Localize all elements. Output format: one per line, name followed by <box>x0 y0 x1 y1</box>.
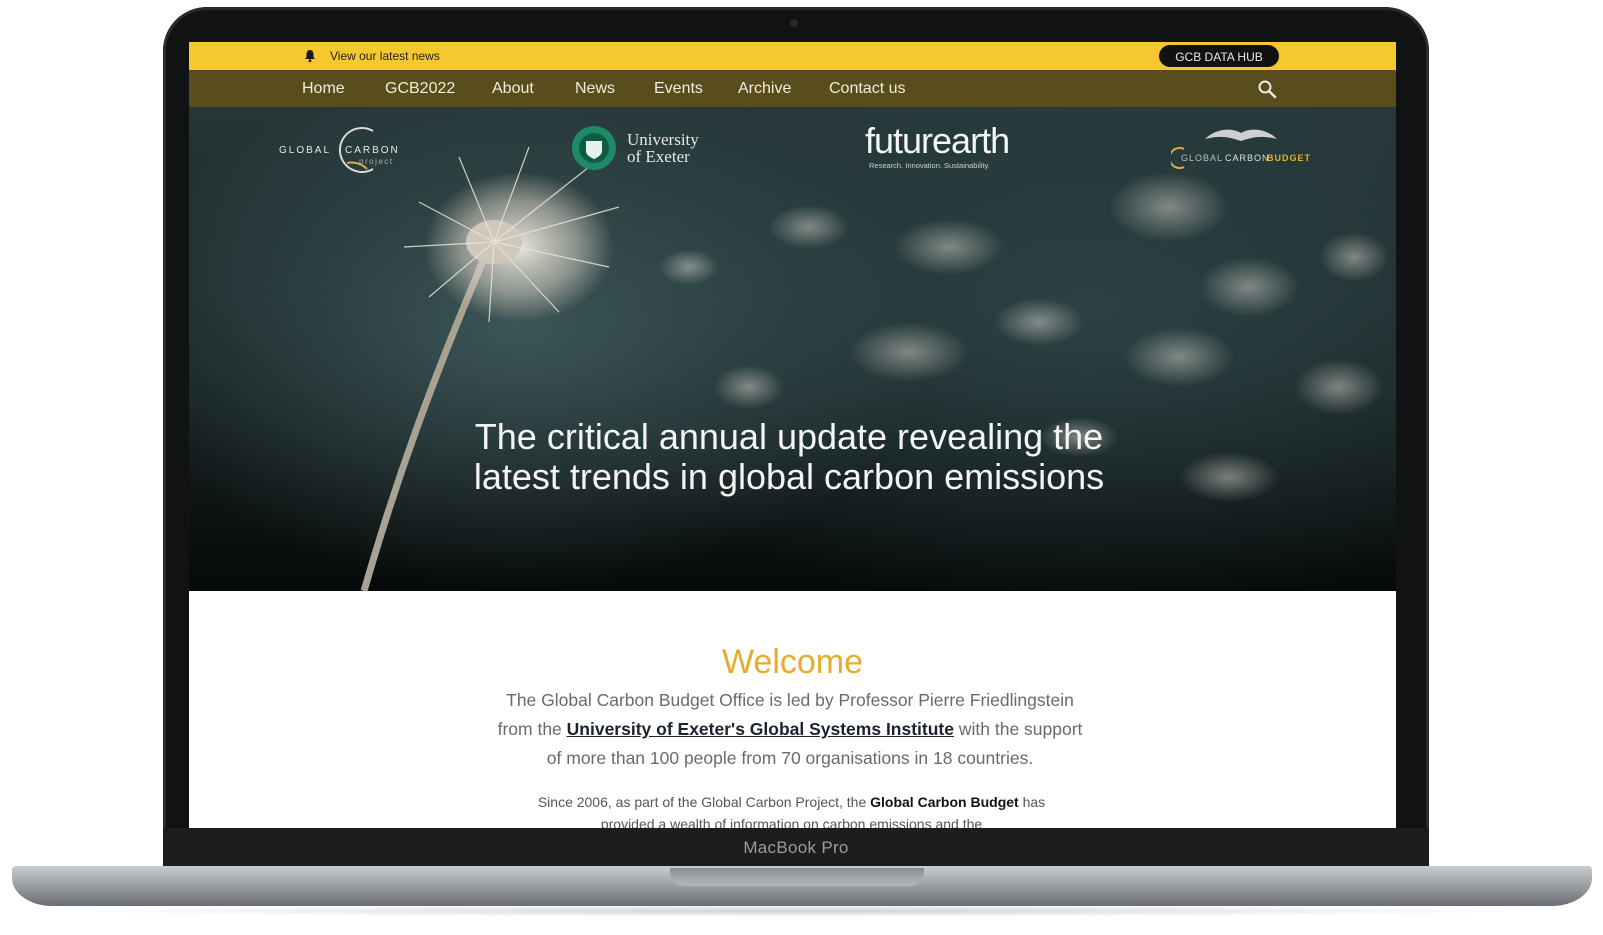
hero-title: The critical annual update revealing the… <box>473 416 1105 497</box>
browser-screen: View our latest news GCB DATA HUB Home G… <box>189 42 1396 828</box>
latest-news-link[interactable]: View our latest news <box>330 49 440 63</box>
nav-about[interactable]: About <box>492 80 534 98</box>
exeter-gsi-link[interactable]: University of Exeter's Global Systems In… <box>567 719 954 739</box>
laptop-shadow <box>60 905 1540 917</box>
gcb-logo-word-global: GLOBAL <box>1181 153 1224 163</box>
gcb-logo-word-budget: BUDGET <box>1267 153 1311 163</box>
welcome-paragraph: The Global Carbon Budget Office is led b… <box>489 686 1091 773</box>
hero-banner: GLOBAL CARBON project University of Exet… <box>189 107 1396 591</box>
nav-news[interactable]: News <box>575 80 615 98</box>
nav-events[interactable]: Events <box>654 80 703 98</box>
intro-text-start: Since 2006, as part of the Global Carbon… <box>537 794 871 810</box>
announcement-bar: View our latest news GCB DATA HUB <box>189 42 1396 70</box>
gcb-logo-word-carbon: CARBON <box>1225 153 1270 163</box>
intro-bold-text: Global Carbon Budget <box>870 794 1019 810</box>
nav-contact-us[interactable]: Contact us <box>829 80 905 98</box>
main-nav: Home GCB2022 About News Events Archive C… <box>189 70 1396 107</box>
world-map-icon <box>1205 129 1277 141</box>
university-of-exeter-logo[interactable]: University of Exeter <box>571 125 721 175</box>
welcome-heading: Welcome <box>721 643 864 681</box>
laptop-notch <box>670 868 924 886</box>
gcp-logo-word-carbon: CARBON <box>345 145 400 156</box>
future-earth-wordmark: futurearth <box>865 120 1010 161</box>
bell-icon <box>305 50 315 63</box>
exeter-logo-line1: University <box>627 130 699 149</box>
search-icon[interactable] <box>1257 79 1277 99</box>
gcp-logo-word-global: GLOBAL <box>279 145 332 156</box>
dandelion-image <box>360 146 1389 591</box>
laptop-bezel: MacBook Pro <box>163 828 1429 868</box>
global-carbon-project-logo[interactable]: GLOBAL CARBON project <box>279 125 419 175</box>
nav-gcb2022[interactable]: GCB2022 <box>385 80 455 98</box>
global-carbon-budget-logo[interactable]: GLOBAL CARBON BUDGET <box>1171 125 1321 175</box>
welcome-section: Welcome The Global Carbon Budget Office … <box>189 591 1396 828</box>
gcp-logo-word-project: project <box>359 157 394 166</box>
future-earth-logo[interactable]: futurearth Research. Innovation. Sustain… <box>865 121 1025 175</box>
intro-paragraph: Since 2006, as part of the Global Carbon… <box>529 791 1054 828</box>
camera <box>790 19 798 27</box>
future-earth-tagline: Research. Innovation. Sustainability. <box>869 161 990 170</box>
device-label: MacBook Pro <box>743 838 849 857</box>
nav-archive[interactable]: Archive <box>738 80 791 98</box>
exeter-logo-line2: of Exeter <box>627 147 690 166</box>
nav-home[interactable]: Home <box>302 80 345 98</box>
exeter-crest-icon <box>572 126 616 170</box>
gcb-data-hub-button[interactable]: GCB DATA HUB <box>1159 45 1279 67</box>
